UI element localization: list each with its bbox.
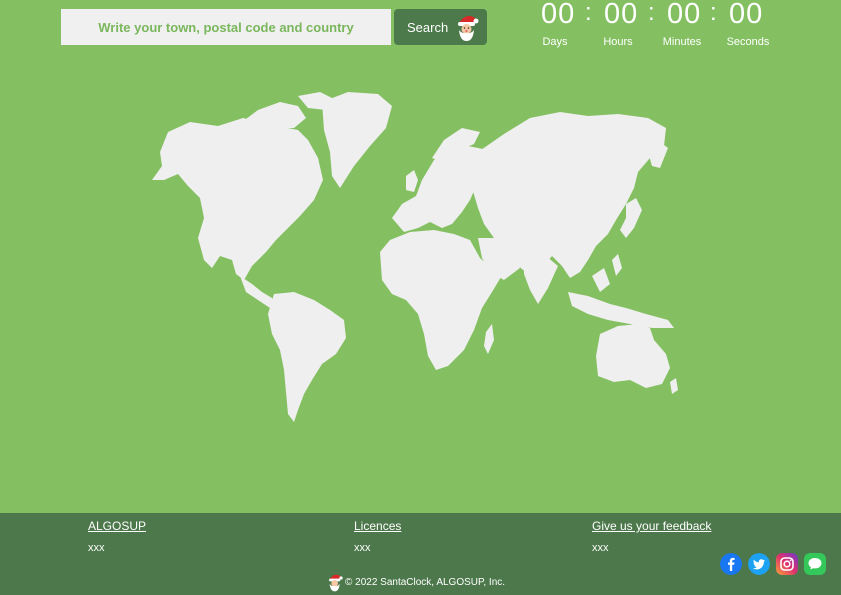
countdown-minutes-label: Minutes: [662, 36, 702, 48]
arctic-islands-shape: [242, 102, 306, 130]
instagram-icon[interactable]: [776, 553, 798, 575]
indonesia-shape: [568, 292, 674, 328]
footer-text-licences: xxx: [354, 542, 371, 554]
message-icon[interactable]: [804, 553, 826, 575]
footer-text-feedback: xxx: [592, 542, 609, 554]
north-america-shape: [152, 118, 323, 280]
santa-icon: [329, 574, 343, 592]
countdown-days: 00: [541, 0, 576, 30]
countdown-seconds: 00: [729, 0, 764, 30]
australia-shape: [596, 324, 670, 388]
india-shape: [524, 254, 558, 304]
footer-text-algosup: xxx: [88, 542, 105, 554]
countdown-separator: :: [710, 0, 717, 26]
footer-link-feedback[interactable]: Give us your feedback: [592, 519, 711, 533]
twitter-icon[interactable]: [748, 553, 770, 575]
countdown-hours-label: Hours: [603, 36, 633, 48]
new-zealand-shape: [670, 378, 678, 394]
south-america-shape: [268, 292, 346, 422]
search-button-label: Search: [407, 19, 449, 35]
search-input[interactable]: [61, 9, 391, 45]
uk-shape: [406, 170, 418, 192]
search-button[interactable]: Search: [394, 9, 487, 45]
countdown-minutes: 00: [667, 0, 702, 30]
footer-link-algosup[interactable]: ALGOSUP: [88, 519, 146, 533]
facebook-icon[interactable]: [720, 553, 742, 575]
world-map: [152, 92, 678, 422]
copyright-text: © 2022 SantaClock, ALGOSUP, Inc.: [345, 576, 506, 588]
madagascar-shape: [484, 324, 494, 354]
footer-link-licences[interactable]: Licences: [354, 519, 401, 533]
countdown-days-label: Days: [542, 36, 568, 48]
countdown-seconds-label: Seconds: [726, 36, 770, 48]
countdown-separator: :: [585, 0, 592, 26]
countdown-hours: 00: [604, 0, 639, 30]
santa-icon: [458, 15, 479, 41]
footer: ALGOSUP xxx Licences xxx Give us your fe…: [0, 513, 841, 595]
greenland-shape: [322, 92, 392, 188]
countdown-separator: :: [648, 0, 655, 26]
copyright: © 2022 SantaClock, ALGOSUP, Inc.: [327, 572, 505, 592]
